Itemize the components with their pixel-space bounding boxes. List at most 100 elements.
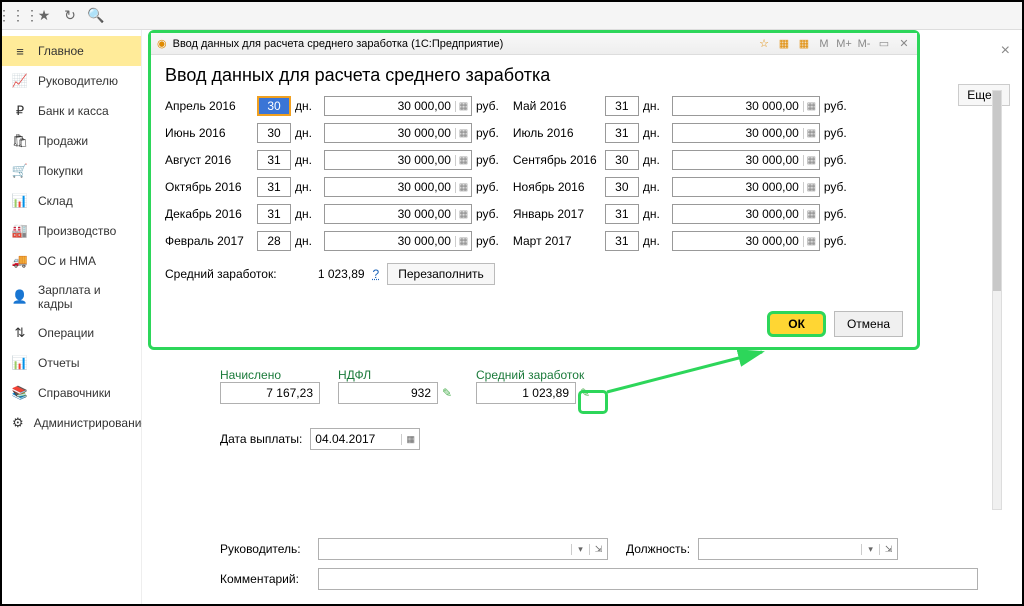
sidebar-item-label: Зарплата и кадры xyxy=(38,283,131,311)
tb-m[interactable]: M xyxy=(817,37,831,51)
open-icon[interactable]: ⇲ xyxy=(879,544,897,555)
amount-input[interactable]: 30 000,00▦ xyxy=(324,177,472,197)
days-unit: дн. xyxy=(643,126,660,140)
tb-mminus[interactable]: M- xyxy=(857,37,871,51)
days-input[interactable] xyxy=(257,231,291,251)
open-icon[interactable]: ⇲ xyxy=(589,544,607,555)
ndfl-input[interactable] xyxy=(338,382,438,404)
sidebar-item-sales[interactable]: 🛍Продажи xyxy=(2,126,141,156)
sidebar-item-bank[interactable]: ₽Банк и касса xyxy=(2,96,141,126)
position-select[interactable]: ▾ ⇲ xyxy=(698,538,898,560)
days-input[interactable] xyxy=(257,177,291,197)
sidebar-item-production[interactable]: 🏭Производство xyxy=(2,216,141,246)
tb-cal1-icon[interactable]: ▦ xyxy=(777,37,791,51)
calc-icon[interactable]: ▦ xyxy=(455,236,471,247)
sidebar-item-operations[interactable]: ⇅ Операции xyxy=(2,318,141,348)
currency-unit: руб. xyxy=(476,99,499,113)
amount-input[interactable]: 30 000,00▦ xyxy=(324,123,472,143)
days-input[interactable] xyxy=(257,123,291,143)
calc-icon[interactable]: ▦ xyxy=(803,209,819,220)
calc-icon[interactable]: ▦ xyxy=(455,128,471,139)
currency-unit: руб. xyxy=(824,126,847,140)
help-link[interactable]: ? xyxy=(373,267,380,281)
tb-min-icon[interactable]: ▭ xyxy=(877,37,891,51)
calc-icon[interactable]: ▦ xyxy=(455,209,471,220)
calc-icon[interactable]: ▦ xyxy=(803,155,819,166)
amount-input[interactable]: 30 000,00▦ xyxy=(672,204,820,224)
calc-icon[interactable]: ▦ xyxy=(803,236,819,247)
calc-icon[interactable]: ▦ xyxy=(455,101,471,112)
edit-avg-icon[interactable]: ✎ xyxy=(580,386,590,400)
amount-input[interactable]: 30 000,00▦ xyxy=(324,204,472,224)
cancel-button[interactable]: Отмена xyxy=(834,311,903,337)
sidebar-item-os-nma[interactable]: 🚚ОС и НМА xyxy=(2,246,141,276)
comment-input[interactable] xyxy=(318,568,978,590)
tb-cal2-icon[interactable]: ▦ xyxy=(797,37,811,51)
days-input[interactable] xyxy=(257,204,291,224)
amount-input[interactable]: 30 000,00▦ xyxy=(672,123,820,143)
amount-input[interactable]: 30 000,00▦ xyxy=(324,150,472,170)
report-icon: 📊 xyxy=(12,355,28,371)
search-icon[interactable]: 🔍 xyxy=(88,8,104,24)
amount-input[interactable]: 30 000,00▦ xyxy=(324,96,472,116)
edit-ndfl-icon[interactable]: ✎ xyxy=(442,386,452,400)
days-input[interactable] xyxy=(605,204,639,224)
sidebar-item-label: Банк и касса xyxy=(38,104,109,118)
avg-input[interactable] xyxy=(476,382,576,404)
calc-icon[interactable]: ▦ xyxy=(455,155,471,166)
tb-close-icon[interactable]: ✕ xyxy=(897,37,911,51)
tb-mplus[interactable]: M+ xyxy=(837,37,851,51)
chevron-down-icon[interactable]: ▾ xyxy=(571,544,589,555)
manager-row: Руководитель: ▾ ⇲ Должность: ▾ ⇲ xyxy=(220,538,1000,560)
pay-date-input[interactable]: 04.04.2017 ▦ xyxy=(310,428,420,450)
days-input[interactable] xyxy=(605,231,639,251)
scrollbar[interactable] xyxy=(992,90,1002,510)
sidebar-item-main[interactable]: ≡Главное xyxy=(2,36,141,66)
calc-icon[interactable]: ▦ xyxy=(803,182,819,193)
calc-icon[interactable]: ▦ xyxy=(455,182,471,193)
currency-unit: руб. xyxy=(824,234,847,248)
calc-icon[interactable]: ▦ xyxy=(803,101,819,112)
sidebar-item-reports[interactable]: 📊Отчеты xyxy=(2,348,141,378)
factory-icon: 🏭 xyxy=(12,223,28,239)
avg-row: Средний заработок: 1 023,89 ? Перезаполн… xyxy=(165,263,903,285)
calc-icon[interactable]: ▦ xyxy=(803,128,819,139)
ok-button[interactable]: ОК xyxy=(767,311,826,337)
days-input[interactable] xyxy=(257,96,291,116)
chevron-down-icon[interactable]: ▾ xyxy=(861,544,879,555)
sidebar-item-catalogs[interactable]: 📚Справочники xyxy=(2,378,141,408)
amount-input[interactable]: 30 000,00▦ xyxy=(672,231,820,251)
sidebar-item-purchases[interactable]: 🛒Покупки xyxy=(2,156,141,186)
apps-icon[interactable]: ⋮⋮⋮ xyxy=(10,8,26,24)
sidebar-item-salary[interactable]: 👤Зарплата и кадры xyxy=(2,276,141,318)
amount-input[interactable]: 30 000,00▦ xyxy=(324,231,472,251)
days-input[interactable] xyxy=(605,150,639,170)
sidebar-item-manager[interactable]: 📈Руководителю xyxy=(2,66,141,96)
amount-input[interactable]: 30 000,00▦ xyxy=(672,177,820,197)
sidebar-item-stock[interactable]: 📊Склад xyxy=(2,186,141,216)
accrued-input[interactable] xyxy=(220,382,320,404)
manager-select[interactable]: ▾ ⇲ xyxy=(318,538,608,560)
days-input[interactable] xyxy=(605,177,639,197)
history-icon[interactable]: ↻ xyxy=(62,8,78,24)
star-icon[interactable]: ★ xyxy=(36,8,52,24)
sidebar: ≡Главное 📈Руководителю ₽Банк и касса 🛍Пр… xyxy=(2,30,142,604)
operations-icon: ⇅ xyxy=(12,325,28,341)
chart-icon: 📈 xyxy=(12,73,28,89)
dialog-body: Ввод данных для расчета среднего заработ… xyxy=(151,55,917,295)
days-input[interactable] xyxy=(605,123,639,143)
amount-input[interactable]: 30 000,00▦ xyxy=(672,150,820,170)
amount-input[interactable]: 30 000,00▦ xyxy=(672,96,820,116)
currency-unit: руб. xyxy=(824,207,847,221)
app-icon: ◉ xyxy=(157,37,167,50)
refill-button[interactable]: Перезаполнить xyxy=(387,263,495,285)
calendar-icon[interactable]: ▦ xyxy=(401,434,419,445)
tb-fav-icon[interactable]: ☆ xyxy=(757,37,771,51)
sidebar-item-admin[interactable]: ⚙Администрирование xyxy=(2,408,141,438)
close-icon[interactable]: × xyxy=(1001,42,1010,60)
sidebar-item-label: Операции xyxy=(38,326,94,340)
scrollbar-thumb[interactable] xyxy=(993,91,1001,291)
more-button[interactable]: Еще ▾ xyxy=(958,84,1010,106)
days-input[interactable] xyxy=(257,150,291,170)
days-input[interactable] xyxy=(605,96,639,116)
